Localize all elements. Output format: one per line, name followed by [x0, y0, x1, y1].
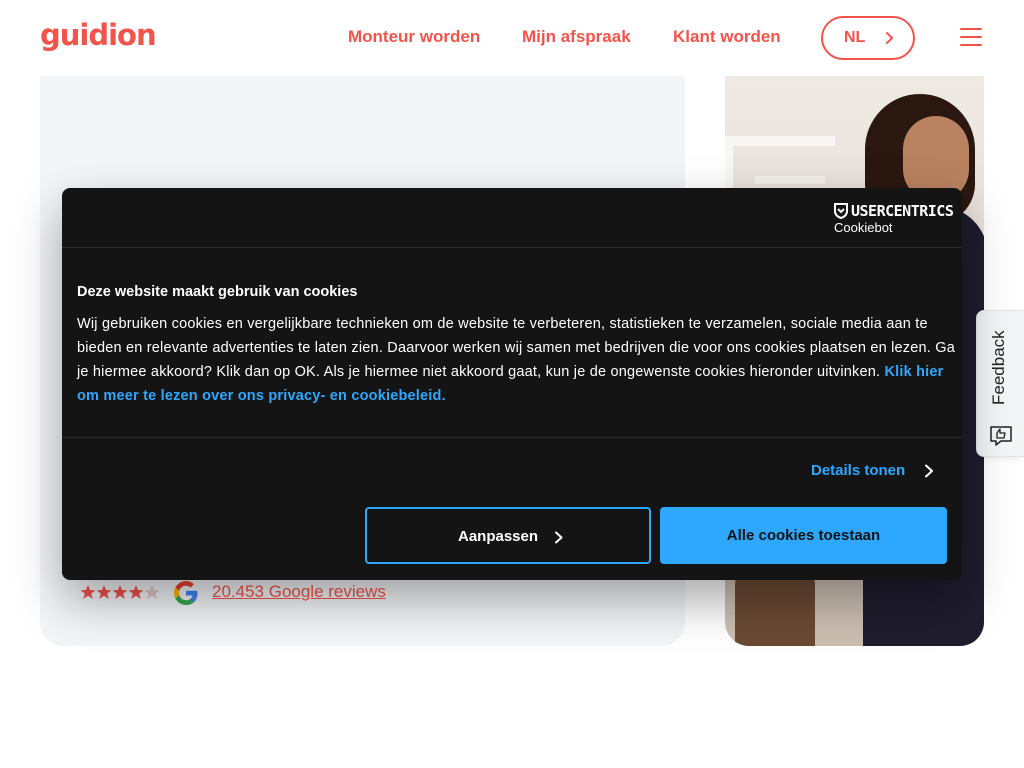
nav-link-monteur-worden[interactable]: Monteur worden: [348, 27, 480, 47]
cookie-title: Deze website maakt gebruik van cookies: [77, 284, 358, 300]
cookie-divider: [62, 437, 962, 438]
nav-link-klant-worden[interactable]: Klant worden: [673, 27, 781, 47]
chevron-right-icon: [555, 531, 563, 544]
allow-all-label: Alle cookies toestaan: [726, 527, 881, 544]
thumbs-up-chat-icon: [990, 426, 1012, 446]
hamburger-menu-icon[interactable]: [960, 28, 982, 46]
cookie-consent-dialog: USERCENTRICS Cookiebot Deze website maak…: [62, 188, 962, 580]
language-button[interactable]: NL: [821, 16, 915, 60]
feedback-label: Feedback: [989, 330, 1008, 405]
rating-stars: [80, 585, 160, 599]
nav-link-mijn-afspraak[interactable]: Mijn afspraak: [522, 27, 631, 47]
site-header: guidion Monteur worden Mijn afspraak Kla…: [0, 0, 1024, 76]
details-toggle-link[interactable]: Details tonen: [811, 462, 905, 479]
feedback-tab[interactable]: Feedback: [976, 310, 1024, 457]
cookie-body-text: Wij gebruiken cookies en vergelijkbare t…: [77, 316, 955, 380]
cookie-body: Wij gebruiken cookies en vergelijkbare t…: [77, 312, 957, 408]
google-icon: [174, 581, 198, 605]
cookie-dialog-header: USERCENTRICS Cookiebot: [62, 188, 962, 248]
guidion-logo[interactable]: guidion: [40, 18, 157, 52]
allow-all-cookies-button[interactable]: Alle cookies toestaan: [660, 507, 947, 564]
google-reviews-link[interactable]: 20.453 Google reviews: [212, 582, 386, 602]
language-label: NL: [844, 29, 866, 46]
shield-icon: [834, 203, 848, 219]
chevron-right-icon: [925, 464, 933, 478]
usercentrics-logo: USERCENTRICS: [834, 202, 954, 220]
brand-sub: Cookiebot: [834, 220, 893, 235]
chevron-right-icon: [886, 32, 893, 44]
brand-name: USERCENTRICS: [851, 202, 954, 220]
customize-button[interactable]: Aanpassen: [365, 507, 651, 564]
customize-button-label: Aanpassen: [458, 528, 539, 545]
